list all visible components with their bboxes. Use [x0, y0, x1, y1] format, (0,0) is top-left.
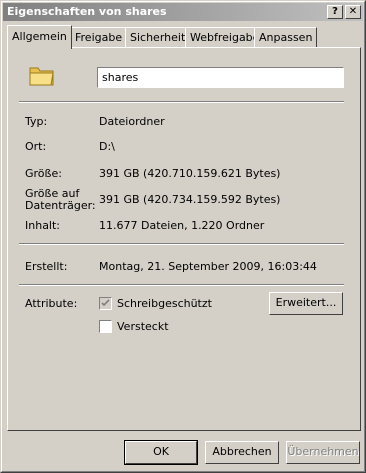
disk-size-label-line2: Datenträger:: [25, 199, 96, 212]
hidden-label: Versteckt: [117, 320, 169, 333]
apply-button[interactable]: Übernehmen: [286, 441, 360, 464]
separator: [19, 243, 344, 245]
window-title: Eigenschaften von shares: [7, 5, 167, 18]
hidden-checkbox[interactable]: [99, 320, 112, 333]
cancel-button[interactable]: Abbrechen: [205, 441, 279, 464]
size-label: Größe:: [25, 167, 62, 180]
tab-allgemein[interactable]: Allgemein: [7, 25, 72, 49]
close-button[interactable]: ✕: [345, 5, 361, 19]
separator: [19, 284, 344, 286]
type-label: Typ:: [25, 115, 48, 128]
contents-label: Inhalt:: [25, 219, 61, 232]
created-label: Erstellt:: [25, 260, 68, 273]
readonly-checkbox[interactable]: [99, 297, 112, 310]
help-button[interactable]: ?: [327, 5, 343, 19]
tab-anpassen[interactable]: Anpassen: [254, 27, 318, 48]
size-value: 391 GB (420.710.159.621 Bytes): [99, 167, 281, 180]
attributes-label: Attribute:: [25, 297, 78, 310]
tab-sicherheit[interactable]: Sicherheit: [125, 27, 191, 48]
created-value: Montag, 21. September 2009, 16:03:44: [99, 260, 317, 273]
tab-panel-allgemein: [7, 47, 361, 431]
advanced-button[interactable]: Erweitert...: [269, 292, 343, 315]
ok-button[interactable]: OK: [124, 440, 198, 465]
disk-size-value: 391 GB (420.734.159.592 Bytes): [99, 193, 281, 206]
folder-name-input[interactable]: [97, 67, 344, 88]
location-value: D:\: [99, 140, 115, 153]
tab-webfreigabe[interactable]: Webfreigabe: [185, 27, 265, 48]
tab-freigabe[interactable]: Freigabe: [70, 27, 128, 48]
location-label: Ort:: [25, 140, 47, 153]
readonly-label: Schreibgeschützt: [117, 297, 212, 310]
type-value: Dateiordner: [99, 115, 165, 128]
properties-dialog: Eigenschaften von shares ? ✕ Allgemein F…: [0, 0, 366, 473]
checkmark-icon: [101, 299, 110, 307]
contents-value: 11.677 Dateien, 1.220 Ordner: [99, 219, 265, 232]
folder-icon: [29, 67, 54, 86]
separator: [19, 101, 344, 103]
title-bar[interactable]: Eigenschaften von shares ? ✕: [3, 3, 363, 21]
